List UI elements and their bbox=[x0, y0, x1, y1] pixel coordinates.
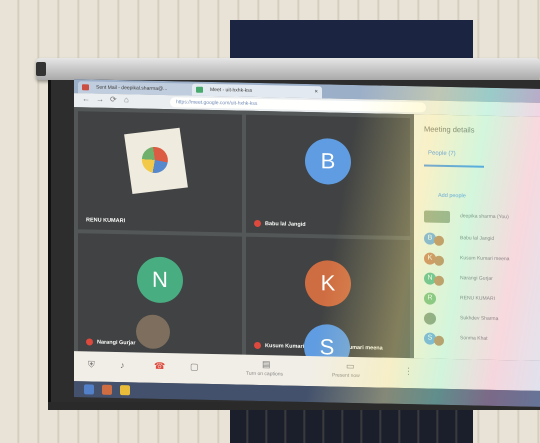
avatar: B bbox=[305, 137, 351, 185]
participant-name: Kusum Kumari meena bbox=[460, 255, 510, 263]
meeting-grid: RENU KUMARI B Babu lal Jangid N Narangi … bbox=[74, 107, 414, 371]
participant-tile[interactable]: RENU KUMARI bbox=[78, 111, 242, 233]
more-options-icon[interactable]: ⋮ bbox=[404, 366, 413, 377]
shield-icon[interactable]: ⛨ bbox=[88, 359, 95, 370]
avatar: R bbox=[424, 292, 436, 305]
pie-chart-poster bbox=[140, 145, 170, 175]
participant-name: Babu lal Jangid bbox=[254, 219, 306, 228]
participant-row[interactable]: R RENU KUMARI bbox=[424, 290, 540, 308]
microphone-icon[interactable]: ♪ bbox=[120, 360, 125, 370]
mic-off-icon bbox=[254, 219, 261, 228]
hang-up-icon[interactable]: ☎ bbox=[154, 361, 165, 372]
app-icon[interactable] bbox=[102, 384, 112, 395]
participant-name: Narangi Gurjar bbox=[86, 338, 136, 346]
participant-name: deepika sharma (You) bbox=[460, 213, 509, 221]
meeting-details-panel: Meeting details People (7) Add people de… bbox=[414, 114, 540, 361]
participant-name: Narangi Gurjar bbox=[460, 275, 493, 282]
participant-row[interactable]: K Kusum Kumari meena bbox=[424, 250, 540, 268]
tab-people[interactable]: People (7) bbox=[428, 151, 456, 158]
ceiling-panel bbox=[230, 20, 473, 60]
participant-name: RENU KUMARI bbox=[460, 295, 496, 302]
participant-row[interactable]: B Babu lal Jangid bbox=[424, 230, 540, 248]
avatar bbox=[424, 210, 450, 223]
status-dot bbox=[434, 235, 444, 246]
panel-title: Meeting details bbox=[424, 124, 475, 135]
reload-icon[interactable]: ⟳ bbox=[110, 95, 117, 104]
video-feed-chart bbox=[124, 127, 188, 194]
status-dot bbox=[434, 335, 444, 346]
participant-tile[interactable]: B Babu lal Jangid bbox=[246, 114, 410, 237]
participant-name: RENU KUMARI bbox=[86, 217, 126, 225]
chrome-icon[interactable] bbox=[120, 385, 130, 396]
participant-name: Sonma Khat bbox=[460, 335, 488, 342]
avatar: N bbox=[137, 256, 183, 304]
tab-underline bbox=[424, 164, 484, 168]
camera-icon[interactable]: ▢ bbox=[190, 362, 199, 373]
participant-photo bbox=[136, 314, 170, 350]
captions-button[interactable]: Turn on captions bbox=[246, 371, 283, 378]
projected-meeting: Sent Mail - deepikal.sharma@... × Meet -… bbox=[74, 79, 540, 407]
mic-off-icon bbox=[254, 341, 261, 350]
present-button[interactable]: Present now bbox=[332, 373, 360, 380]
home-icon[interactable]: ⌂ bbox=[124, 95, 129, 104]
close-tab-icon[interactable]: × bbox=[314, 86, 318, 98]
meet-icon bbox=[196, 86, 203, 93]
participant-row[interactable]: S Sonma Khat bbox=[424, 330, 540, 348]
participant-row[interactable]: Sukhdev Sharma bbox=[424, 310, 540, 328]
forward-icon[interactable]: → bbox=[96, 95, 104, 104]
status-dot bbox=[434, 255, 444, 266]
captions-icon[interactable]: ▤ bbox=[262, 359, 271, 370]
add-people-button[interactable]: Add people bbox=[438, 193, 466, 200]
roller-end-cap bbox=[36, 62, 46, 76]
participant-name: Sukhdev Sharma bbox=[460, 315, 499, 323]
present-icon[interactable]: ▭ bbox=[346, 361, 355, 372]
participant-name: Babu lal Jangid bbox=[460, 235, 495, 242]
status-dot bbox=[434, 275, 444, 286]
back-icon[interactable]: ← bbox=[82, 94, 90, 103]
participant-row[interactable]: deepika sharma (You) bbox=[424, 208, 540, 226]
lower-panel bbox=[230, 410, 473, 443]
gmail-icon bbox=[82, 84, 89, 91]
start-icon[interactable] bbox=[84, 384, 94, 395]
tab-label: Sent Mail - deepikal.sharma@... bbox=[96, 84, 168, 93]
tab-label: Meet - uit-hxhk-kss bbox=[210, 86, 253, 94]
projector-screen-roller bbox=[36, 58, 540, 80]
participant-row[interactable]: N Narangi Gurjar bbox=[424, 270, 540, 288]
avatar: K bbox=[305, 259, 351, 307]
avatar bbox=[424, 312, 436, 325]
mic-off-icon bbox=[86, 338, 93, 346]
